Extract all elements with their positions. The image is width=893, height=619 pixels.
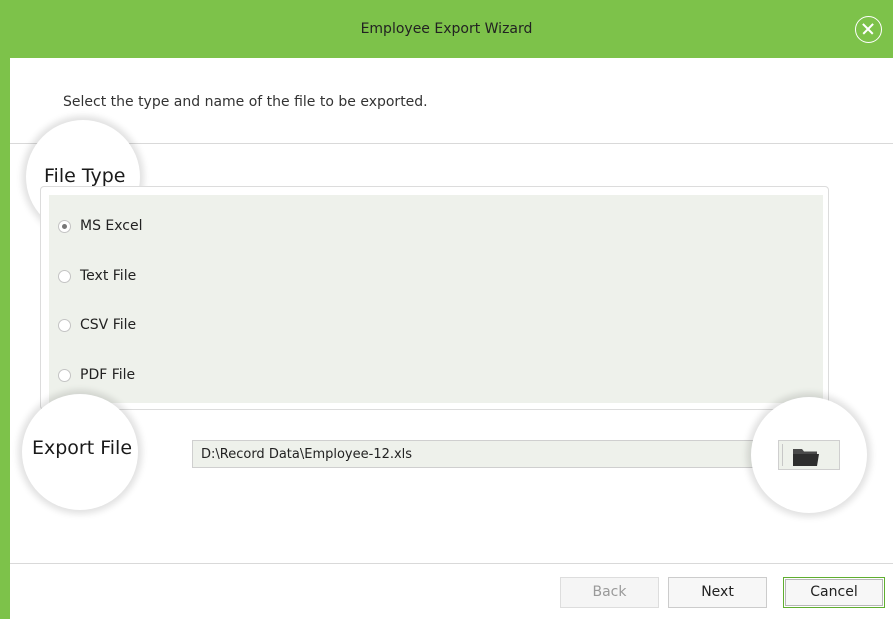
instruction-text: Select the type and name of the file to … bbox=[63, 94, 428, 110]
cancel-button[interactable]: Cancel bbox=[783, 577, 885, 608]
footer-divider bbox=[10, 563, 893, 564]
radio-label: MS Excel bbox=[80, 218, 143, 234]
close-icon[interactable] bbox=[855, 16, 882, 43]
radio-button[interactable] bbox=[58, 269, 71, 283]
radio-button[interactable] bbox=[58, 368, 71, 382]
radio-ms-excel[interactable]: MS Excel bbox=[58, 216, 143, 236]
radio-button-checked[interactable] bbox=[58, 219, 71, 233]
radio-button[interactable] bbox=[58, 318, 71, 332]
export-path-input[interactable] bbox=[192, 440, 778, 468]
folder-icon bbox=[793, 449, 819, 466]
radio-csv-file[interactable]: CSV File bbox=[58, 315, 136, 335]
file-type-options-panel bbox=[49, 195, 823, 403]
window-left-border bbox=[0, 58, 10, 619]
radio-pdf-file[interactable]: PDF File bbox=[58, 365, 135, 385]
radio-label: CSV File bbox=[80, 317, 137, 333]
header-divider bbox=[10, 143, 893, 144]
browse-divider bbox=[782, 444, 783, 466]
file-type-heading: File Type bbox=[44, 165, 126, 187]
radio-label: PDF File bbox=[80, 367, 136, 383]
browse-button[interactable] bbox=[778, 440, 840, 470]
radio-text-file[interactable]: Text File bbox=[58, 266, 136, 286]
back-button[interactable]: Back bbox=[560, 577, 659, 608]
next-button[interactable]: Next bbox=[668, 577, 767, 608]
window-title: Employee Export Wizard bbox=[360, 21, 533, 37]
export-file-heading: Export File bbox=[32, 437, 133, 459]
radio-label: Text File bbox=[80, 268, 137, 284]
